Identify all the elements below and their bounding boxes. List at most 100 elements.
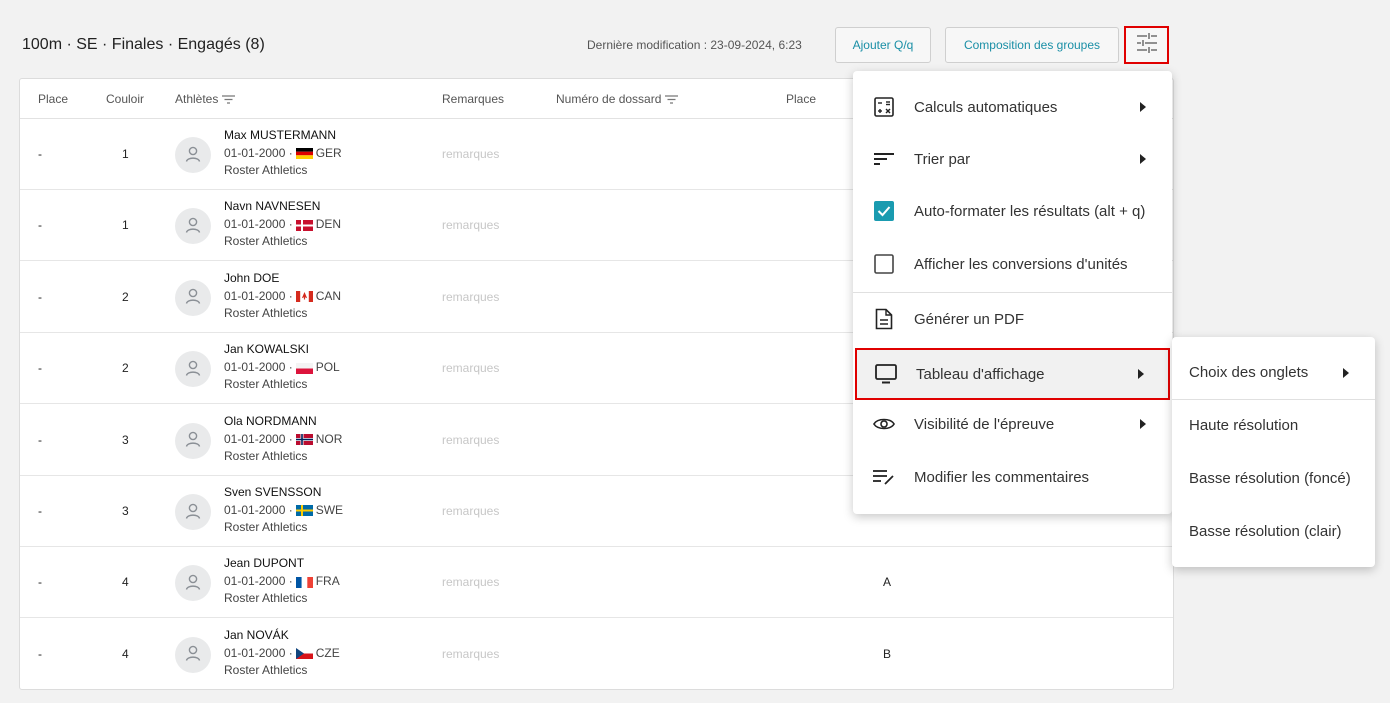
groups-composition-button[interactable]: Composition des groupes: [945, 27, 1119, 63]
flag-icon: [295, 432, 313, 446]
document-icon: [873, 308, 895, 330]
col-dossard[interactable]: Numéro de dossard: [556, 92, 679, 106]
athlete-name[interactable]: Navn NAVNESEN: [224, 199, 320, 213]
place-cell: -: [38, 575, 42, 590]
submenu-item-high-res[interactable]: Haute résolution: [1172, 399, 1375, 452]
menu-item-comments[interactable]: Modifier les commentaires: [853, 451, 1172, 503]
athlete-meta: 01-01-2000 · FRA: [224, 574, 340, 588]
athlete-name[interactable]: Jan NOVÁK: [224, 628, 289, 642]
user-icon: [184, 145, 202, 166]
filter-icon[interactable]: [222, 95, 236, 104]
athlete-club: Roster Athletics: [224, 234, 308, 249]
athlete-name[interactable]: Jan KOWALSKI: [224, 342, 309, 356]
calculator-icon: [873, 96, 895, 118]
last-modified: Dernière modification : 23-09-2024, 6:23: [587, 38, 802, 52]
settings-button[interactable]: [1124, 26, 1169, 64]
user-icon: [184, 287, 202, 308]
menu-item-generate-pdf[interactable]: Générer un PDF: [853, 293, 1172, 345]
checkbox-empty-icon[interactable]: [873, 253, 895, 275]
athlete-name[interactable]: Jean DUPONT: [224, 556, 304, 570]
settings-menu: Calculs automatiques Trier par Auto-form…: [853, 71, 1172, 514]
athlete-club: Roster Athletics: [224, 163, 308, 177]
submenu-item-label: Basse résolution (foncé): [1189, 470, 1351, 487]
table-row[interactable]: - 4 Jean DUPONT 01-01-2000 · FRA Roster Athle…: [20, 547, 1173, 619]
flag-icon: [295, 503, 313, 517]
athlete-name[interactable]: Sven SVENSSON: [224, 485, 321, 499]
athlete-meta: 01-01-2000 · DEN: [224, 217, 341, 231]
submenu-item-tabs[interactable]: Choix des onglets: [1172, 346, 1375, 399]
athlete-dob: 01-01-2000 ·: [224, 217, 293, 232]
avatar: [175, 422, 211, 459]
athlete-country: SWE: [315, 503, 344, 517]
group-cell: A: [883, 575, 892, 590]
athlete-name[interactable]: John DOE: [224, 271, 279, 285]
remarks-field[interactable]: remarques: [442, 361, 499, 375]
flag-icon: [295, 146, 313, 160]
col-place[interactable]: Place: [38, 92, 68, 106]
athlete-name[interactable]: Max MUSTERMANN: [224, 128, 336, 142]
remarks-field[interactable]: remarques: [442, 147, 499, 161]
athlete-club: Roster Athletics: [224, 662, 308, 677]
edit-notes-icon: [873, 466, 895, 488]
athlete-country: CAN: [315, 288, 342, 303]
add-qualification-button[interactable]: Ajouter Q/q: [835, 27, 931, 63]
scoreboard-submenu: Choix des onglets Haute résolution Basse…: [1172, 337, 1375, 567]
athlete-dob: 01-01-2000 ·: [224, 360, 293, 375]
remarks-field[interactable]: remarques: [442, 290, 499, 304]
user-icon: [184, 644, 202, 665]
col-place-2[interactable]: Place: [786, 92, 816, 106]
place-cell: -: [38, 646, 42, 661]
menu-item-scoreboard[interactable]: Tableau d'affichage: [855, 348, 1170, 400]
athlete-meta: 01-01-2000 · SWE: [224, 503, 343, 517]
athlete-name[interactable]: Ola NORDMANN: [224, 414, 317, 428]
user-icon: [184, 216, 202, 237]
flag-icon: [295, 360, 313, 374]
remarks-field[interactable]: remarques: [442, 218, 499, 232]
col-athletes[interactable]: Athlètes: [175, 92, 236, 106]
monitor-icon: [875, 363, 897, 385]
athlete-club: Roster Athletics: [224, 520, 308, 534]
col-remarques[interactable]: Remarques: [442, 92, 504, 106]
menu-item-visibility[interactable]: Visibilité de l'épreuve: [853, 398, 1172, 450]
athlete-meta: 01-01-2000 · NOR: [224, 432, 342, 446]
remarks-field[interactable]: remarques: [442, 504, 499, 518]
flag-icon: [295, 217, 313, 231]
filter-icon[interactable]: [665, 95, 679, 104]
remarks-field[interactable]: remarques: [442, 647, 499, 661]
user-icon: [184, 573, 202, 594]
athlete-country: CZE: [315, 645, 340, 660]
menu-item-unit-conversions[interactable]: Afficher les conversions d'unités: [853, 238, 1172, 290]
athlete-meta: 01-01-2000 · GER: [224, 146, 342, 160]
chevron-right-icon: [1140, 102, 1146, 112]
remarks-field[interactable]: remarques: [442, 575, 499, 589]
col-dossard-label: Numéro de dossard: [556, 92, 662, 106]
group-cell: B: [883, 646, 892, 661]
menu-item-label: Auto-formater les résultats (alt + q): [914, 202, 1146, 220]
remarks-field[interactable]: remarques: [442, 433, 499, 447]
place-cell: -: [38, 361, 42, 376]
avatar: [175, 351, 211, 388]
menu-item-label: Modifier les commentaires: [914, 468, 1090, 486]
lane-cell: 4: [122, 575, 129, 590]
submenu-item-low-res-light[interactable]: Basse résolution (clair): [1172, 505, 1375, 558]
sliders-icon: [1136, 32, 1158, 59]
athlete-dob: 01-01-2000 ·: [224, 503, 293, 517]
athlete-country: POL: [315, 360, 340, 375]
submenu-item-low-res-dark[interactable]: Basse résolution (foncé): [1172, 452, 1375, 505]
user-icon: [184, 359, 202, 380]
avatar: [175, 565, 211, 602]
lane-cell: 2: [122, 289, 129, 304]
flag-icon: [295, 574, 313, 588]
menu-item-label: Trier par: [914, 150, 971, 168]
menu-item-auto-format[interactable]: Auto-formater les résultats (alt + q): [853, 185, 1172, 237]
table-row[interactable]: - 4 Jan NOVÁK 01-01-2000 · CZE Roster Athleti…: [20, 619, 1173, 689]
checkbox-checked-icon[interactable]: [873, 200, 895, 222]
menu-item-calculs[interactable]: Calculs automatiques: [853, 81, 1172, 133]
menu-item-trier[interactable]: Trier par: [853, 133, 1172, 185]
athlete-club: Roster Athletics: [224, 377, 308, 392]
col-couloir[interactable]: Couloir: [106, 92, 144, 106]
place-cell: -: [38, 147, 42, 161]
lane-cell: 3: [122, 432, 129, 447]
athlete-country: FRA: [315, 574, 340, 589]
chevron-right-icon: [1138, 369, 1144, 379]
